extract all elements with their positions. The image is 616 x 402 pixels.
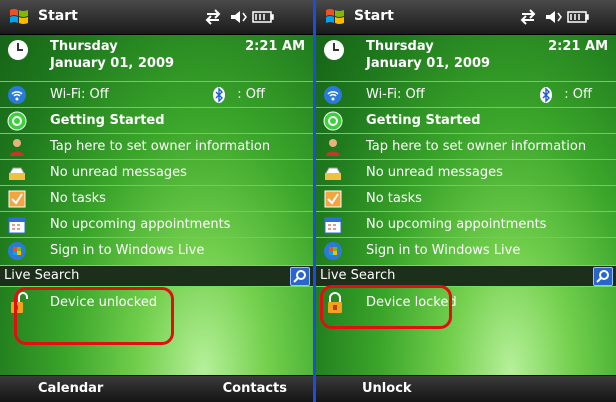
windows-live-label: Sign in to Windows Live	[366, 243, 521, 258]
bluetooth-icon	[213, 87, 225, 103]
search-icon	[293, 270, 306, 283]
highlight-box	[320, 285, 452, 329]
windows-live-icon	[8, 242, 26, 260]
tasks-label: No tasks	[366, 191, 422, 206]
volume-icon	[546, 11, 562, 23]
owner-icon	[326, 139, 340, 156]
getting-started-row[interactable]: Getting Started	[316, 107, 616, 134]
wifi-bluetooth-row[interactable]: Wi-Fi: Off : Off	[0, 81, 313, 108]
appointments-label: No upcoming appointments	[50, 217, 231, 232]
wifi-status: Wi-Fi: Off	[50, 87, 109, 102]
status-icons[interactable]	[205, 8, 275, 26]
messages-label: No unread messages	[50, 165, 187, 180]
getting-started-icon	[7, 111, 27, 131]
start-menu-label[interactable]: Start	[38, 8, 78, 24]
time-label: 2:21 AM	[245, 39, 305, 54]
date-label: January 01, 2009	[366, 56, 491, 71]
tasks-label: No tasks	[50, 191, 106, 206]
time-label: 2:21 AM	[548, 39, 608, 54]
appointments-label: No upcoming appointments	[366, 217, 547, 232]
getting-started-label: Getting Started	[366, 113, 481, 128]
soft-key-bar: Unlock	[316, 375, 616, 402]
bluetooth-status: : Off	[564, 87, 592, 102]
search-button[interactable]	[290, 267, 310, 286]
wifi-status: Wi-Fi: Off	[366, 87, 425, 102]
search-button[interactable]	[593, 267, 613, 286]
owner-info-row[interactable]: Tap here to set owner information	[0, 133, 313, 160]
appointments-row[interactable]: No upcoming appointments	[316, 211, 616, 238]
wifi-bluetooth-row[interactable]: Wi-Fi: Off : Off	[316, 81, 616, 108]
connectivity-icon	[205, 9, 221, 25]
wifi-icon	[8, 86, 26, 104]
day-label: Thursday	[366, 39, 434, 54]
messages-icon	[325, 167, 341, 180]
owner-icon	[10, 139, 24, 156]
owner-info-label: Tap here to set owner information	[366, 139, 587, 154]
messages-row[interactable]: No unread messages	[0, 159, 313, 186]
connectivity-icon	[520, 9, 536, 25]
volume-icon	[231, 11, 247, 23]
live-search-bar[interactable]: Live Search	[0, 265, 313, 287]
bluetooth-status: : Off	[237, 87, 265, 102]
start-menu-label[interactable]: Start	[354, 8, 394, 24]
windows-live-label: Sign in to Windows Live	[50, 243, 205, 258]
windows-start-icon[interactable]	[8, 6, 30, 28]
date-time-row[interactable]: Thursday January 01, 2009 2:21 AM	[316, 35, 616, 81]
contacts-softkey[interactable]: Contacts	[223, 381, 287, 396]
date-label: January 01, 2009	[50, 56, 175, 71]
live-search-input[interactable]: Live Search	[320, 268, 395, 283]
tasks-icon	[8, 190, 26, 208]
windows-start-icon[interactable]	[324, 6, 346, 28]
messages-row[interactable]: No unread messages	[316, 159, 616, 186]
day-label: Thursday	[50, 39, 118, 54]
clock-icon	[324, 40, 344, 60]
search-icon	[596, 270, 609, 283]
windows-live-icon	[324, 242, 342, 260]
battery-icon	[252, 11, 274, 23]
owner-info-row[interactable]: Tap here to set owner information	[316, 133, 616, 160]
tasks-icon	[324, 190, 342, 208]
getting-started-row[interactable]: Getting Started	[0, 107, 313, 134]
date-time-row[interactable]: Thursday January 01, 2009 2:21 AM	[0, 35, 313, 81]
battery-icon	[567, 11, 589, 23]
windows-live-row[interactable]: Sign in to Windows Live	[316, 237, 616, 264]
soft-key-bar: Calendar Contacts	[0, 375, 313, 402]
calendar-icon	[8, 217, 26, 234]
messages-icon	[9, 167, 25, 180]
wifi-icon	[324, 86, 342, 104]
tasks-row[interactable]: No tasks	[0, 185, 313, 212]
getting-started-icon	[323, 111, 343, 131]
live-search-bar[interactable]: Live Search	[316, 265, 616, 287]
title-bar: Start	[0, 0, 313, 35]
clock-icon	[8, 40, 28, 60]
getting-started-label: Getting Started	[50, 113, 165, 128]
phone-screen-locked: Start Thursday January 01, 2009 2:21 AM …	[316, 0, 616, 402]
windows-live-row[interactable]: Sign in to Windows Live	[0, 237, 313, 264]
status-icons[interactable]	[520, 8, 590, 26]
live-search-input[interactable]: Live Search	[4, 268, 79, 283]
tasks-row[interactable]: No tasks	[316, 185, 616, 212]
calendar-icon	[324, 217, 342, 234]
highlight-box	[14, 287, 174, 345]
calendar-softkey[interactable]: Calendar	[38, 381, 103, 396]
title-bar: Start	[316, 0, 616, 35]
owner-info-label: Tap here to set owner information	[50, 139, 271, 154]
appointments-row[interactable]: No upcoming appointments	[0, 211, 313, 238]
unlock-softkey[interactable]: Unlock	[362, 381, 412, 396]
phone-screen-unlocked: Start Thursday January 01, 2009 2:21 AM …	[0, 0, 313, 402]
bluetooth-icon	[540, 87, 552, 103]
messages-label: No unread messages	[366, 165, 503, 180]
